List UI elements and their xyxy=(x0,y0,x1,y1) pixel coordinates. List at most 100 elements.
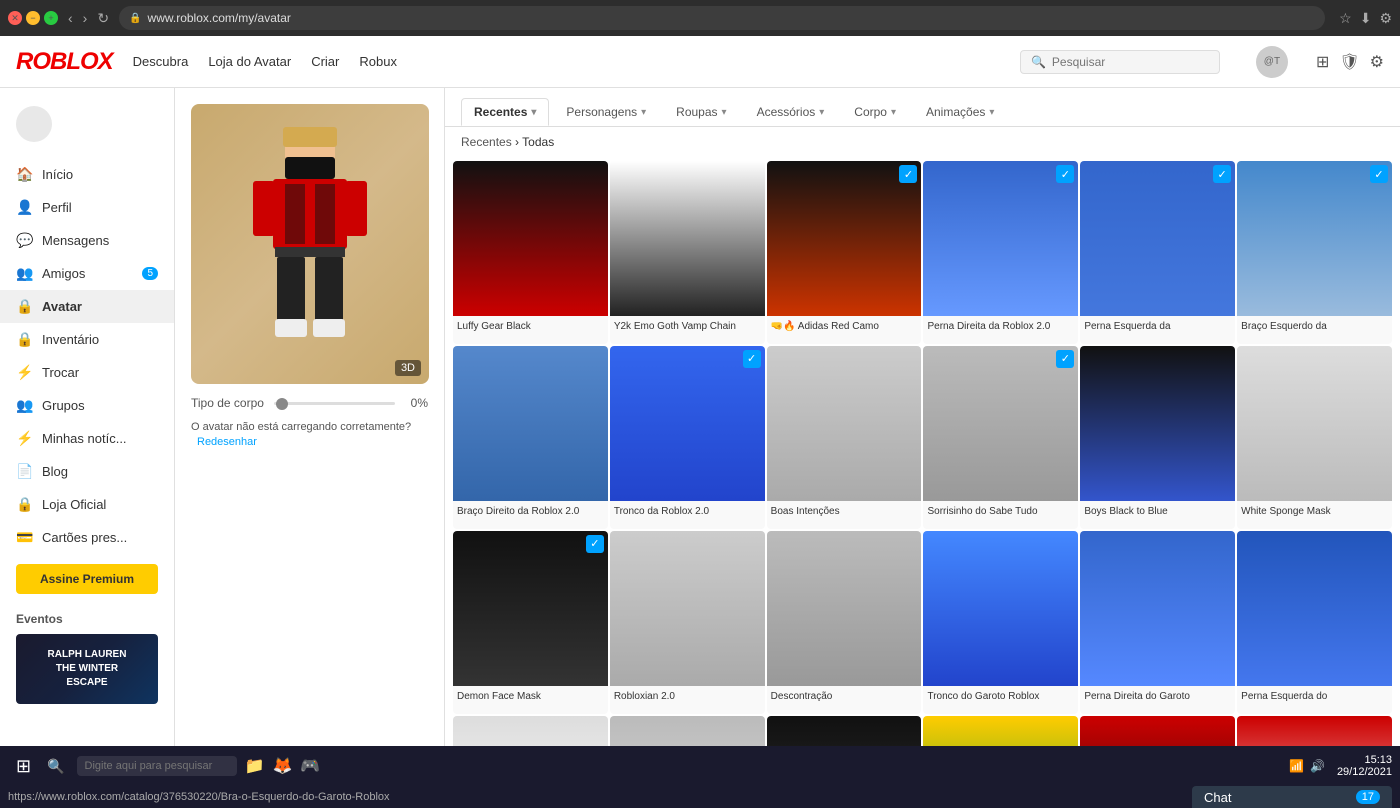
item-card-1[interactable]: Y2k Emo Goth Vamp Chain xyxy=(610,161,765,344)
sidebar-item-cartoes[interactable]: 💳 Cartões pres... xyxy=(0,521,174,554)
item-name-10: Boys Black to Blue xyxy=(1080,501,1235,529)
sidebar-label-mensagens: Mensagens xyxy=(42,233,109,248)
tab-animacoes-label: Animações xyxy=(926,105,985,119)
nav-descubra[interactable]: Descubra xyxy=(133,54,189,69)
item-card-0[interactable]: Luffy Gear Black xyxy=(453,161,608,344)
nav-criar[interactable]: Criar xyxy=(311,54,339,69)
breadcrumb-parent[interactable]: Recentes xyxy=(461,135,512,149)
tab-acessorios[interactable]: Acessórios ▾ xyxy=(744,98,838,126)
item-name-3: Perna Direita da Roblox 2.0 xyxy=(923,316,1078,344)
back-button[interactable]: ‹ xyxy=(64,8,77,29)
item-card-6[interactable]: Braço Direito da Roblox 2.0 xyxy=(453,346,608,529)
avatar-warning: O avatar não está carregando corretament… xyxy=(191,420,428,451)
body-type-label: Tipo de corpo xyxy=(191,396,264,410)
body-slider[interactable] xyxy=(274,402,395,405)
address-bar[interactable]: 🔒 www.roblox.com/my/avatar xyxy=(119,6,1325,30)
taskbar-time: 15:13 29/12/2021 xyxy=(1337,754,1392,778)
gear-icon[interactable]: ⚙ xyxy=(1370,52,1384,72)
download-button[interactable]: ⬇ xyxy=(1360,10,1372,27)
sidebar: 🏠 Início 👤 Perfil 💬 Mensagens 👥 Amigos 5… xyxy=(0,88,175,786)
lock-icon: 🔒 xyxy=(129,13,141,24)
item-card-15[interactable]: Tronco do Garoto Roblox xyxy=(923,531,1078,714)
sidebar-item-mensagens[interactable]: 💬 Mensagens xyxy=(0,224,174,257)
taskbar-icon-3[interactable]: 🎮 xyxy=(300,756,320,776)
item-card-9[interactable]: ✓Sorrisinho do Sabe Tudo xyxy=(923,346,1078,529)
taskbar-right: 📶 🔊 15:13 29/12/2021 xyxy=(1289,754,1392,778)
sidebar-label-amigos: Amigos xyxy=(42,266,85,281)
eventos-section: Eventos RALPH LAURENTHE WINTERESCAPE xyxy=(0,604,174,712)
sidebar-item-amigos[interactable]: 👥 Amigos 5 xyxy=(0,257,174,290)
nav-robux[interactable]: Robux xyxy=(359,54,397,69)
item-card-12[interactable]: ✓Demon Face Mask xyxy=(453,531,608,714)
sidebar-item-grupos[interactable]: 👥 Grupos xyxy=(0,389,174,422)
taskbar-search[interactable] xyxy=(77,756,237,776)
home-icon: 🏠 xyxy=(16,166,32,183)
inventory-lock-icon: 🔒 xyxy=(16,331,32,348)
nav-arrows: ‹ › ↻ xyxy=(64,8,113,29)
sidebar-label-inicio: Início xyxy=(42,167,73,182)
item-card-11[interactable]: White Sponge Mask xyxy=(1237,346,1392,529)
grid-icon[interactable]: ⊞ xyxy=(1316,52,1329,72)
item-card-17[interactable]: Perna Esquerda do xyxy=(1237,531,1392,714)
item-thumb-1 xyxy=(610,161,765,316)
item-card-5[interactable]: ✓Braço Esquerdo da xyxy=(1237,161,1392,344)
sidebar-item-loja-oficial[interactable]: 🔒 Loja Oficial xyxy=(0,488,174,521)
sidebar-item-perfil[interactable]: 👤 Perfil xyxy=(0,191,174,224)
taskbar: ⊞ 🔍 📁 🦊 🎮 📶 🔊 15:13 29/12/2021 xyxy=(0,746,1400,786)
nav-loja-avatar[interactable]: Loja do Avatar xyxy=(208,54,291,69)
forward-button[interactable]: › xyxy=(79,8,92,29)
sidebar-label-cartoes: Cartões pres... xyxy=(42,530,127,545)
item-card-2[interactable]: ✓🤜🔥 Adidas Red Camo xyxy=(767,161,922,344)
item-card-4[interactable]: ✓Perna Esquerda da xyxy=(1080,161,1235,344)
tab-recentes[interactable]: Recentes ▾ xyxy=(461,98,549,126)
status-url: https://www.roblox.com/catalog/376530220… xyxy=(8,791,1182,803)
main-layout: 🏠 Início 👤 Perfil 💬 Mensagens 👥 Amigos 5… xyxy=(0,88,1400,786)
task-button[interactable]: 🔍 xyxy=(39,754,72,779)
taskbar-time-value: 15:13 xyxy=(1337,754,1392,766)
shield-icon[interactable]: 🛡 xyxy=(1339,52,1359,72)
sidebar-label-loja: Loja Oficial xyxy=(42,497,106,512)
sidebar-item-noticias[interactable]: ⚡ Minhas notíc... xyxy=(0,422,174,455)
sidebar-item-inicio[interactable]: 🏠 Início xyxy=(0,158,174,191)
user-avatar[interactable]: @T xyxy=(1256,46,1288,78)
start-button[interactable]: ⊞ xyxy=(8,752,39,781)
eventos-banner-text: RALPH LAURENTHE WINTERESCAPE xyxy=(48,648,127,690)
item-card-10[interactable]: Boys Black to Blue xyxy=(1080,346,1235,529)
chat-panel[interactable]: Chat 17 xyxy=(1192,786,1392,808)
item-name-1: Y2k Emo Goth Vamp Chain xyxy=(610,316,765,344)
close-btn[interactable]: ✕ xyxy=(8,11,22,25)
item-checkmark-4: ✓ xyxy=(1213,165,1231,183)
sidebar-item-avatar[interactable]: 🔒 Avatar xyxy=(0,290,174,323)
item-card-3[interactable]: ✓Perna Direita da Roblox 2.0 xyxy=(923,161,1078,344)
premium-button[interactable]: Assine Premium xyxy=(16,564,158,594)
redesenhar-link[interactable]: Redesenhar xyxy=(197,436,257,448)
chat-badge: 17 xyxy=(1356,790,1380,804)
item-card-7[interactable]: ✓Tronco da Roblox 2.0 xyxy=(610,346,765,529)
taskbar-icon-2[interactable]: 🦊 xyxy=(272,756,292,776)
sidebar-item-trocar[interactable]: ⚡ Trocar xyxy=(0,356,174,389)
minimize-btn[interactable]: − xyxy=(26,11,40,25)
eventos-banner[interactable]: RALPH LAURENTHE WINTERESCAPE xyxy=(16,634,158,704)
nav-icons: ⊞ 🛡 ⚙ xyxy=(1316,52,1384,72)
item-name-0: Luffy Gear Black xyxy=(453,316,608,344)
tab-personagens[interactable]: Personagens ▾ xyxy=(553,98,659,126)
sidebar-item-inventario[interactable]: 🔒 Inventário xyxy=(0,323,174,356)
item-thumb-8 xyxy=(767,346,922,501)
network-icon: 📶 xyxy=(1289,759,1304,773)
tab-animacoes[interactable]: Animações ▾ xyxy=(913,98,1007,126)
bookmark-button[interactable]: ☆ xyxy=(1339,10,1352,27)
item-card-16[interactable]: Perna Direita do Garoto xyxy=(1080,531,1235,714)
item-card-14[interactable]: Descontração xyxy=(767,531,922,714)
item-card-8[interactable]: Boas Intenções xyxy=(767,346,922,529)
refresh-button[interactable]: ↻ xyxy=(93,8,113,29)
tab-corpo[interactable]: Corpo ▾ xyxy=(841,98,909,126)
taskbar-icons: 📁 🦊 🎮 xyxy=(245,756,321,776)
item-card-13[interactable]: Robloxian 2.0 xyxy=(610,531,765,714)
search-input[interactable] xyxy=(1052,55,1202,69)
sidebar-item-blog[interactable]: 📄 Blog xyxy=(0,455,174,488)
tab-roupas[interactable]: Roupas ▾ xyxy=(663,98,739,126)
search-bar[interactable]: 🔍 xyxy=(1020,50,1220,74)
settings-button[interactable]: ⚙ xyxy=(1379,10,1392,27)
maximize-btn[interactable]: + xyxy=(44,11,58,25)
taskbar-icon-1[interactable]: 📁 xyxy=(245,756,265,776)
